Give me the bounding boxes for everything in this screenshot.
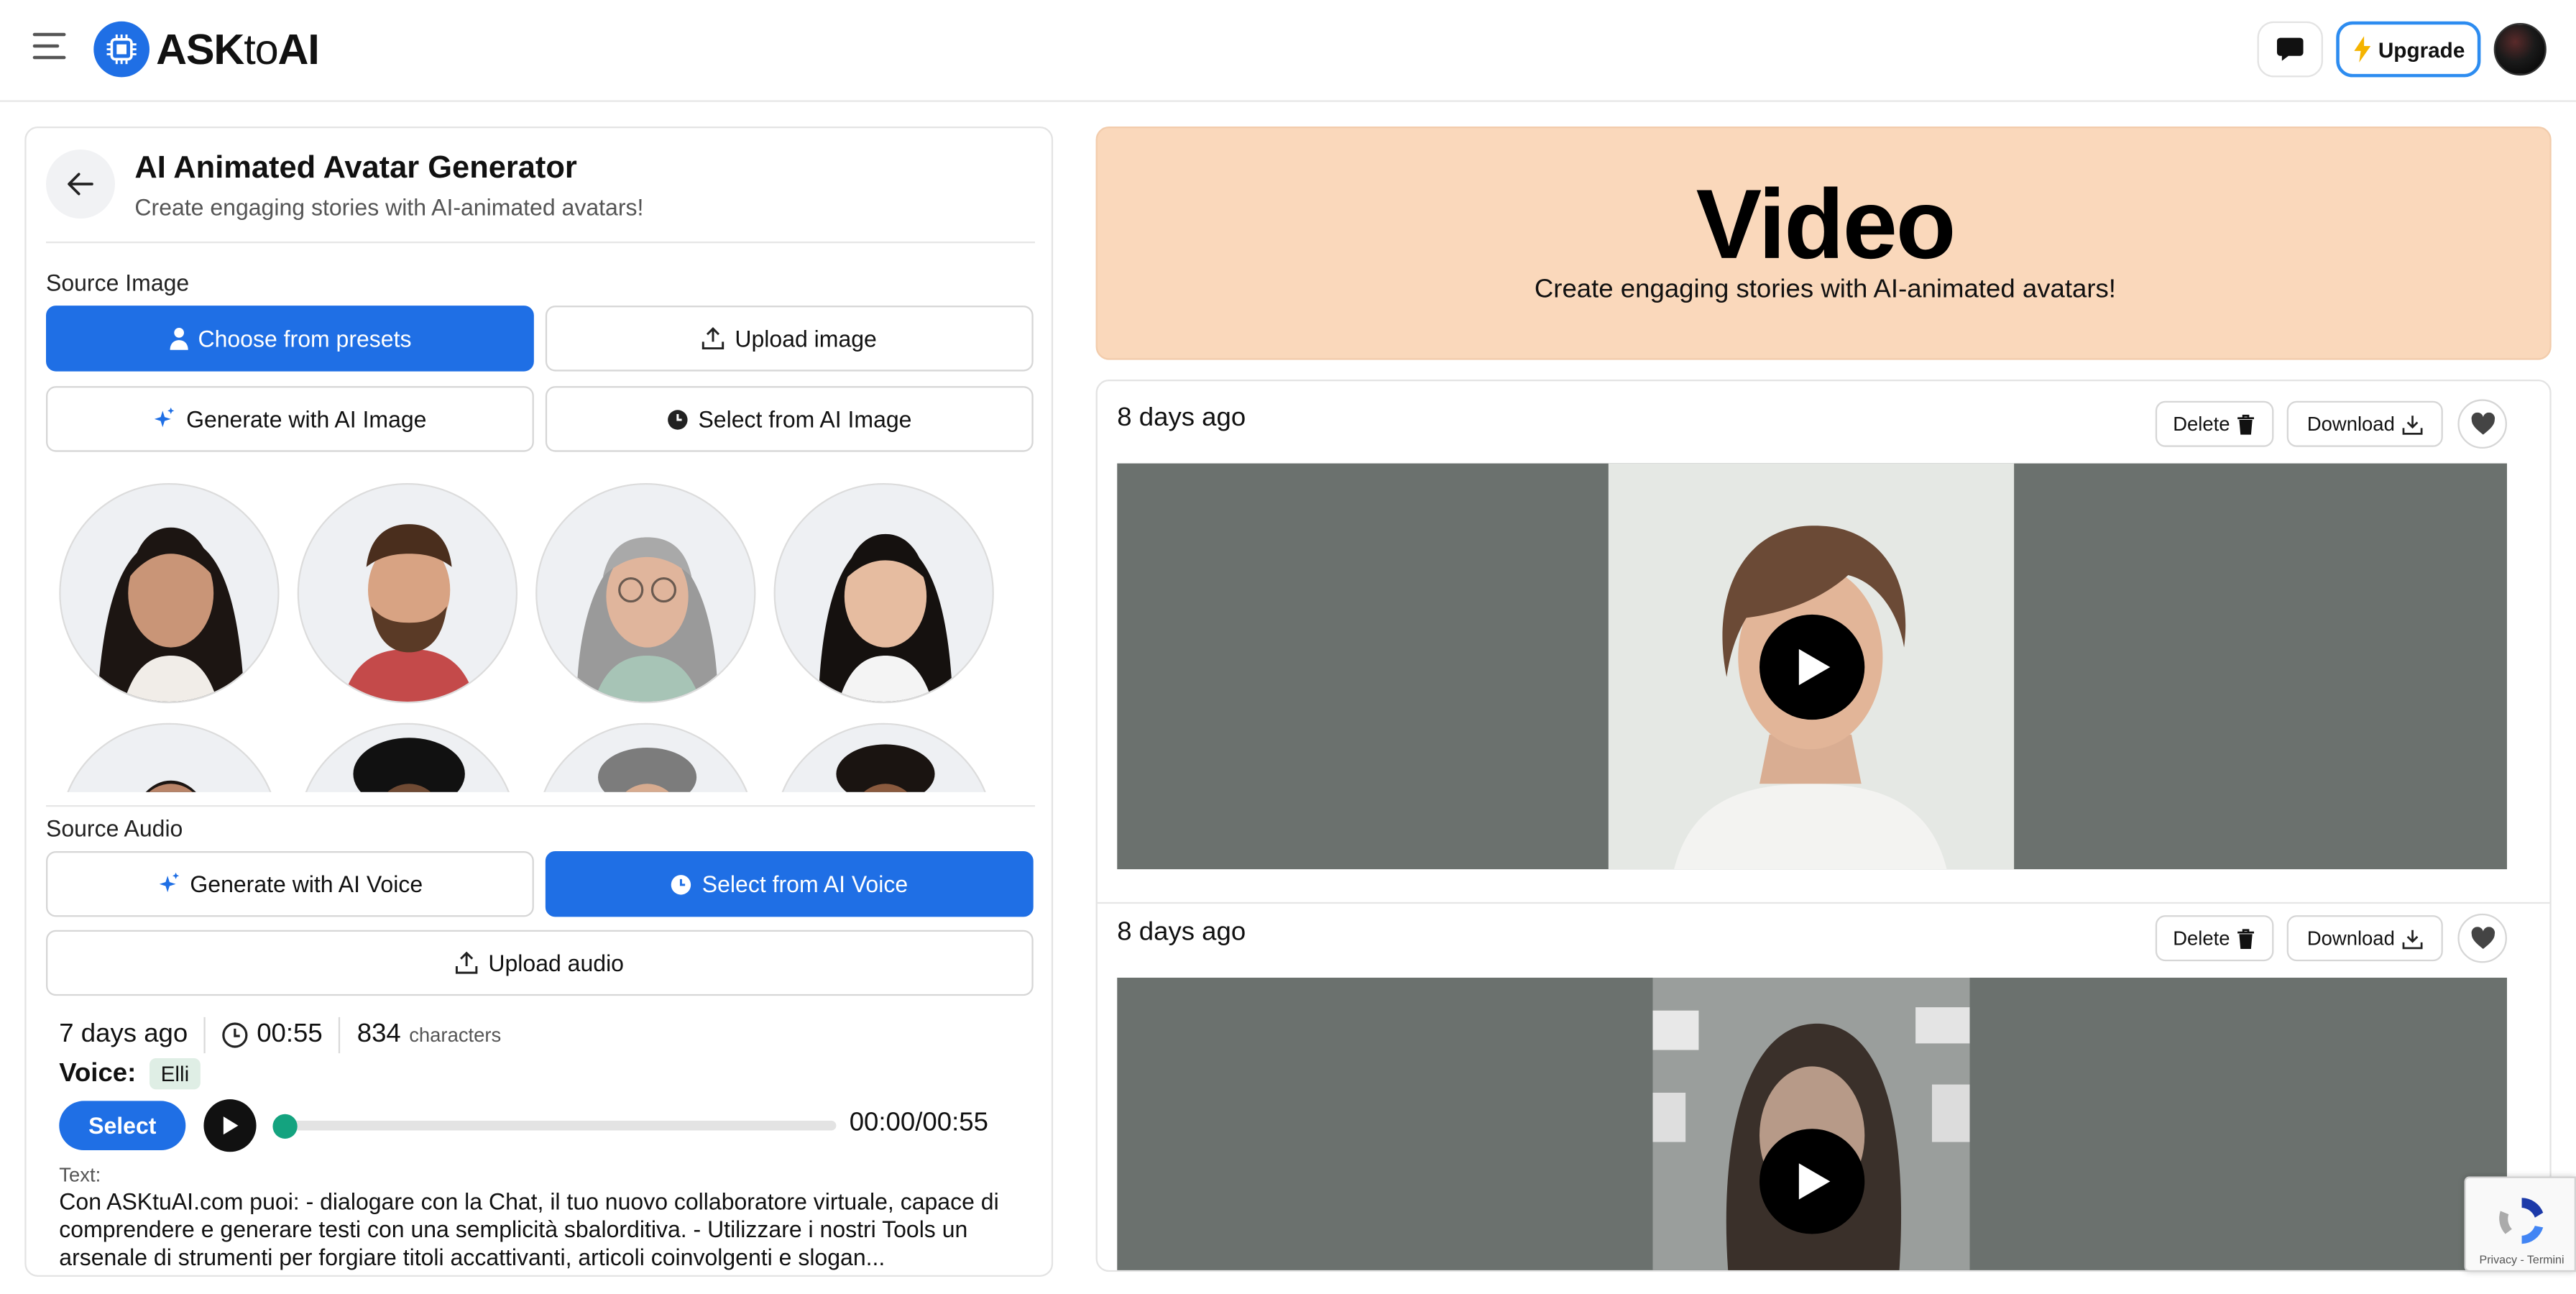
char-count: 834 <box>356 1020 401 1049</box>
audio-meta: 7 days ago 00:55 834 characters <box>59 1017 502 1054</box>
divider <box>45 804 1035 807</box>
user-avatar[interactable] <box>2493 22 2547 76</box>
upload-image-button[interactable]: Upload image <box>545 306 1034 372</box>
clock-icon <box>222 1022 249 1048</box>
preset-avatar[interactable] <box>59 722 280 792</box>
preset-avatar[interactable] <box>773 482 994 704</box>
heart-icon <box>2470 927 2494 949</box>
audio-progress-knob[interactable] <box>272 1114 298 1139</box>
select-ai-voice-button[interactable]: Select from AI Voice <box>545 850 1034 917</box>
preset-avatar[interactable] <box>535 722 756 792</box>
upload-icon <box>702 327 724 350</box>
select-audio-button[interactable]: Select <box>59 1101 186 1150</box>
sparkle-icon <box>155 407 175 428</box>
delete-button[interactable]: Delete <box>2155 400 2274 447</box>
recaptcha-icon <box>2499 1198 2544 1244</box>
generate-ai-image-button[interactable]: Generate with AI Image <box>45 386 534 452</box>
source-image-label: Source Image <box>45 269 190 296</box>
download-button[interactable]: Download <box>2286 915 2443 962</box>
preset-avatar[interactable] <box>59 482 280 704</box>
source-audio-label: Source Audio <box>45 815 183 842</box>
logo-text: ASKtoAI <box>156 24 320 73</box>
generator-panel: AI Animated Avatar Generator Create enga… <box>24 126 1054 1277</box>
trash-icon <box>2237 928 2255 948</box>
upload-audio-button[interactable]: Upload audio <box>45 930 1034 996</box>
clock-icon <box>671 873 691 894</box>
audio-progress-track[interactable] <box>280 1120 837 1131</box>
lightning-icon <box>2353 36 2370 63</box>
download-button[interactable]: Download <box>2286 400 2443 447</box>
upgrade-button[interactable]: Upgrade <box>2336 21 2481 78</box>
voice-badge: Elli <box>149 1057 201 1090</box>
app-logo[interactable]: ASKtoAI <box>93 21 320 78</box>
chat-bubble-icon <box>2276 37 2304 61</box>
arrow-left-icon <box>68 173 93 196</box>
heart-icon <box>2470 412 2494 435</box>
play-icon <box>223 1116 239 1135</box>
user-icon <box>169 327 188 350</box>
video-player[interactable] <box>1117 463 2507 870</box>
download-icon <box>2401 415 2422 434</box>
upload-icon <box>456 951 478 974</box>
chat-button[interactable] <box>2257 21 2323 78</box>
trash-icon <box>2237 413 2255 434</box>
video-player[interactable] <box>1117 977 2507 1270</box>
video-age: 8 days ago <box>1117 918 1246 947</box>
preset-avatar[interactable] <box>773 722 994 792</box>
audio-duration: 00:55 <box>257 1020 323 1049</box>
play-video-button[interactable] <box>1759 1129 1865 1234</box>
audio-age: 7 days ago <box>59 1020 188 1049</box>
recaptcha-footer[interactable]: Privacy - Termini <box>2466 1255 2576 1267</box>
back-button[interactable] <box>45 149 115 219</box>
playback-time: 00:00/00:55 <box>849 1109 988 1137</box>
sparkle-icon <box>158 872 179 893</box>
video-age: 8 days ago <box>1117 404 1246 433</box>
clock-icon <box>668 409 688 429</box>
favorite-button[interactable] <box>2457 913 2507 963</box>
audio-transcript: Con ASKtuAI.com puoi: - dialogare con la… <box>59 1188 999 1270</box>
select-ai-image-button[interactable]: Select from AI Image <box>545 386 1034 452</box>
preset-avatar[interactable] <box>297 482 518 704</box>
top-bar: ASKtoAI Upgrade <box>0 0 2576 102</box>
page-subtitle: Create engaging stories with AI-animated… <box>134 193 644 221</box>
delete-button[interactable]: Delete <box>2155 915 2274 962</box>
voice-row: Voice: Elli <box>59 1057 201 1090</box>
play-video-button[interactable] <box>1759 614 1865 720</box>
char-unit: characters <box>409 1023 502 1047</box>
upgrade-label: Upgrade <box>2378 37 2465 62</box>
video-hero-banner: Video Create engaging stories with AI-an… <box>1095 126 2552 360</box>
hero-title: Video <box>1696 169 1956 280</box>
page-title: AI Animated Avatar Generator <box>134 151 577 186</box>
generate-ai-voice-button[interactable]: Generate with AI Voice <box>45 850 534 917</box>
choose-presets-button[interactable]: Choose from presets <box>45 306 534 372</box>
chip-icon <box>93 21 150 78</box>
preset-avatar-grid <box>46 479 1035 792</box>
preset-avatar[interactable] <box>297 722 518 792</box>
text-label: Text: <box>59 1163 101 1187</box>
video-card: 8 days ago Delete Download <box>1098 896 2550 1270</box>
menu-icon[interactable] <box>32 32 69 66</box>
video-card: 8 days ago Delete Download <box>1098 381 2550 902</box>
video-list: 8 days ago Delete Download 8 days ago De… <box>1095 379 2552 1272</box>
voice-label: Voice: <box>59 1059 137 1087</box>
favorite-button[interactable] <box>2457 399 2507 449</box>
preset-avatar[interactable] <box>535 482 756 704</box>
hero-subtitle: Create engaging stories with AI-animated… <box>1534 275 2116 304</box>
play-icon <box>1798 1163 1831 1200</box>
play-icon <box>1798 648 1831 686</box>
download-icon <box>2401 929 2422 949</box>
divider <box>45 241 1035 244</box>
recaptcha-badge[interactable]: Privacy - Termini <box>2464 1176 2576 1272</box>
play-audio-button[interactable] <box>203 1099 257 1152</box>
